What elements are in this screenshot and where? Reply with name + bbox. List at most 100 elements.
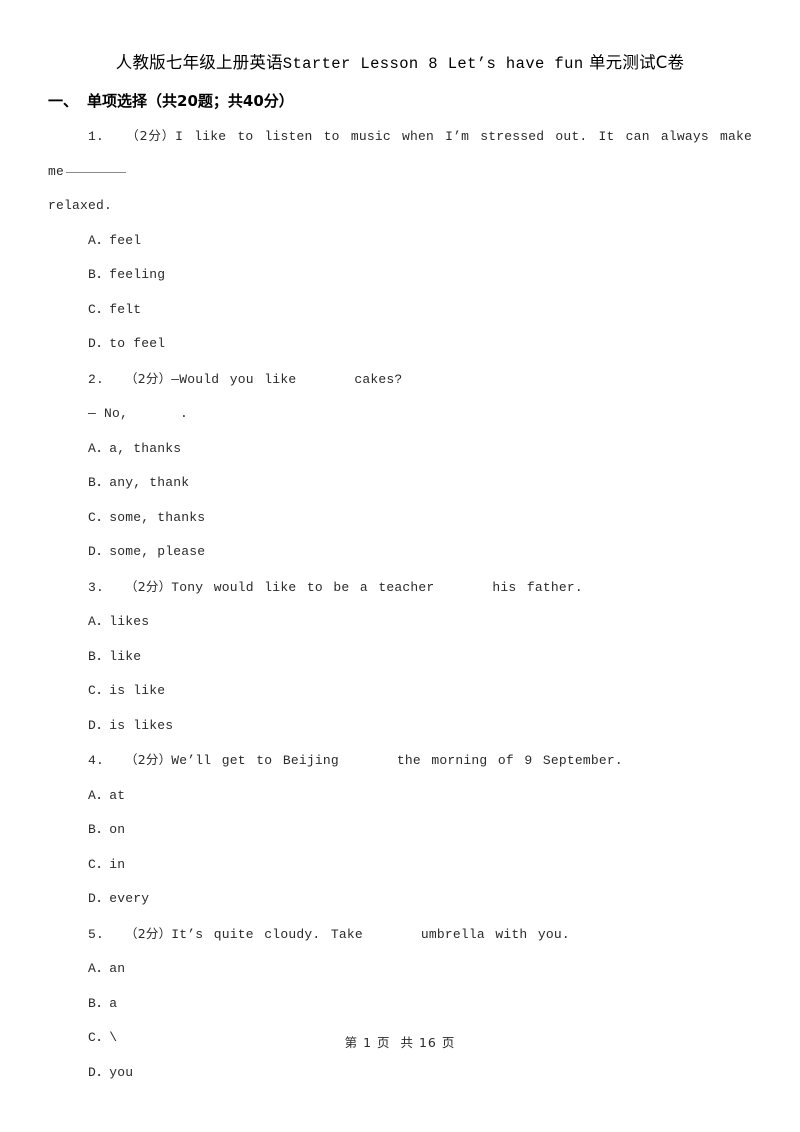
option-text: some, thanks	[109, 509, 206, 525]
question-block: 2. （2分）—Would you like cakes? — No,. A．a,…	[48, 362, 752, 570]
question-text-wrap: relaxed.	[48, 198, 113, 213]
question-stem: 4. （2分）We’ll get to Beijing the morning o…	[48, 743, 752, 779]
section-name: 单项选择	[87, 92, 148, 110]
option-text: a, thanks	[109, 440, 182, 456]
option-text: in	[109, 856, 126, 872]
question-block: 5. （2分）It’s quite cloudy. Take umbrella w…	[48, 917, 752, 1091]
question-text: It’s quite cloudy. Take	[171, 926, 363, 942]
option-label: D．	[88, 544, 110, 559]
title-cn-prefix: 人教版七年级上册英语	[115, 53, 283, 72]
option-text: a	[109, 995, 118, 1011]
question-score: （2分）	[126, 128, 176, 143]
option-label: A．	[88, 614, 110, 629]
option-text: on	[109, 822, 126, 837]
option-text: is likes	[109, 717, 174, 733]
question-text: Tony would like to be a teacher	[171, 579, 435, 595]
option-b[interactable]: B．like	[48, 640, 752, 675]
page-title: 人教版七年级上册英语Starter Lesson 8 Let’s have fu…	[48, 48, 752, 79]
question-stem: 2. （2分）—Would you like cakes?	[48, 362, 752, 398]
option-label: C．	[88, 509, 110, 525]
document-page: 人教版七年级上册英语Starter Lesson 8 Let’s have fu…	[0, 0, 800, 1132]
option-a[interactable]: A．feel	[48, 224, 752, 259]
question-score: （2分）	[125, 925, 172, 941]
option-text: felt	[109, 301, 142, 317]
question-score: （2分）	[125, 752, 172, 767]
dialogue-text-after: .	[180, 406, 189, 421]
question-block: 3. （2分）Tony would like to be a teacher hi…	[48, 570, 752, 744]
option-text: an	[109, 961, 126, 976]
question-stem: 5. （2分）It’s quite cloudy. Take umbrella w…	[48, 917, 752, 953]
option-label: A．	[88, 232, 110, 248]
question-score: （2分）	[125, 370, 172, 386]
option-d[interactable]: D．is likes	[48, 709, 752, 744]
option-label: B．	[88, 995, 110, 1011]
option-text: at	[109, 787, 126, 803]
question-number: 5.	[88, 926, 105, 942]
option-text: to feel	[109, 336, 166, 351]
option-text: you	[109, 1064, 134, 1080]
option-label: C．	[88, 301, 110, 317]
option-text: feel	[109, 232, 142, 248]
question-text: —Would you like	[171, 371, 297, 387]
question-text-after: cakes?	[354, 371, 403, 387]
dialogue-text: — No,	[88, 406, 129, 421]
section-number: 一、	[48, 92, 79, 110]
option-c[interactable]: C．is like	[48, 674, 752, 709]
option-label: B．	[88, 648, 110, 664]
question-number: 2.	[88, 371, 105, 387]
option-label: D．	[88, 717, 110, 733]
option-label: B．	[88, 822, 110, 837]
question-block: 1. （2分）I like to listen to music when I’…	[48, 119, 752, 362]
title-en: Starter Lesson 8 Let’s have fun	[282, 55, 584, 73]
option-d[interactable]: D．some, please	[48, 535, 752, 570]
section-meta: （共20题；共40分）	[147, 92, 294, 110]
option-b[interactable]: B．any, thank	[48, 466, 752, 501]
option-label: C．	[88, 856, 110, 872]
question-block: 4. （2分）We’ll get to Beijing the morning o…	[48, 743, 752, 917]
option-c[interactable]: C．felt	[48, 293, 752, 328]
option-label: A．	[88, 961, 110, 976]
option-label: D．	[88, 891, 110, 906]
question-text: We’ll get to Beijing	[171, 753, 339, 768]
question-text-after: umbrella with you.	[420, 926, 570, 942]
question-text-after: the morning of 9 September.	[396, 753, 623, 768]
option-c[interactable]: C．in	[48, 848, 752, 883]
option-a[interactable]: A．at	[48, 779, 752, 814]
question-text-after: his father.	[492, 579, 583, 595]
option-b[interactable]: B．feeling	[48, 258, 752, 293]
question-number: 1.	[88, 129, 105, 144]
option-a[interactable]: A．a, thanks	[48, 432, 752, 467]
question-stem: 1. （2分）I like to listen to music when I’…	[48, 119, 752, 224]
option-text: some, please	[109, 544, 206, 559]
question-stem: 3. （2分）Tony would like to be a teacher hi…	[48, 570, 752, 606]
option-label: B．	[88, 267, 110, 282]
option-d[interactable]: D．you	[48, 1056, 752, 1091]
question-number: 3.	[88, 579, 105, 595]
option-text: feeling	[109, 267, 166, 282]
question-score: （2分）	[125, 578, 172, 594]
option-a[interactable]: A．an	[48, 952, 752, 987]
option-text: is like	[109, 683, 166, 698]
answer-blank	[66, 171, 127, 173]
option-label: C．	[88, 683, 110, 698]
title-cn-suffix: 单元测试C卷	[588, 53, 685, 72]
option-label: A．	[88, 440, 110, 456]
option-text: likes	[109, 614, 150, 629]
option-text: every	[109, 891, 150, 906]
option-text: any, thank	[109, 475, 190, 490]
option-label: A．	[88, 787, 110, 803]
question-dialogue-line: — No,.	[48, 397, 752, 432]
section-heading: 一、 单项选择（共20题；共40分）	[48, 87, 752, 115]
option-label: B．	[88, 475, 110, 490]
option-text: like	[109, 648, 142, 664]
option-d[interactable]: D．to feel	[48, 327, 752, 362]
option-label: D．	[88, 336, 110, 351]
option-b[interactable]: B．on	[48, 813, 752, 848]
option-label: D．	[88, 1064, 110, 1080]
option-a[interactable]: A．likes	[48, 605, 752, 640]
option-d[interactable]: D．every	[48, 882, 752, 917]
question-number: 4.	[88, 753, 105, 768]
option-c[interactable]: C．some, thanks	[48, 501, 752, 536]
page-footer: 第 1 页 共 16 页	[344, 1035, 456, 1050]
option-b[interactable]: B．a	[48, 987, 752, 1022]
